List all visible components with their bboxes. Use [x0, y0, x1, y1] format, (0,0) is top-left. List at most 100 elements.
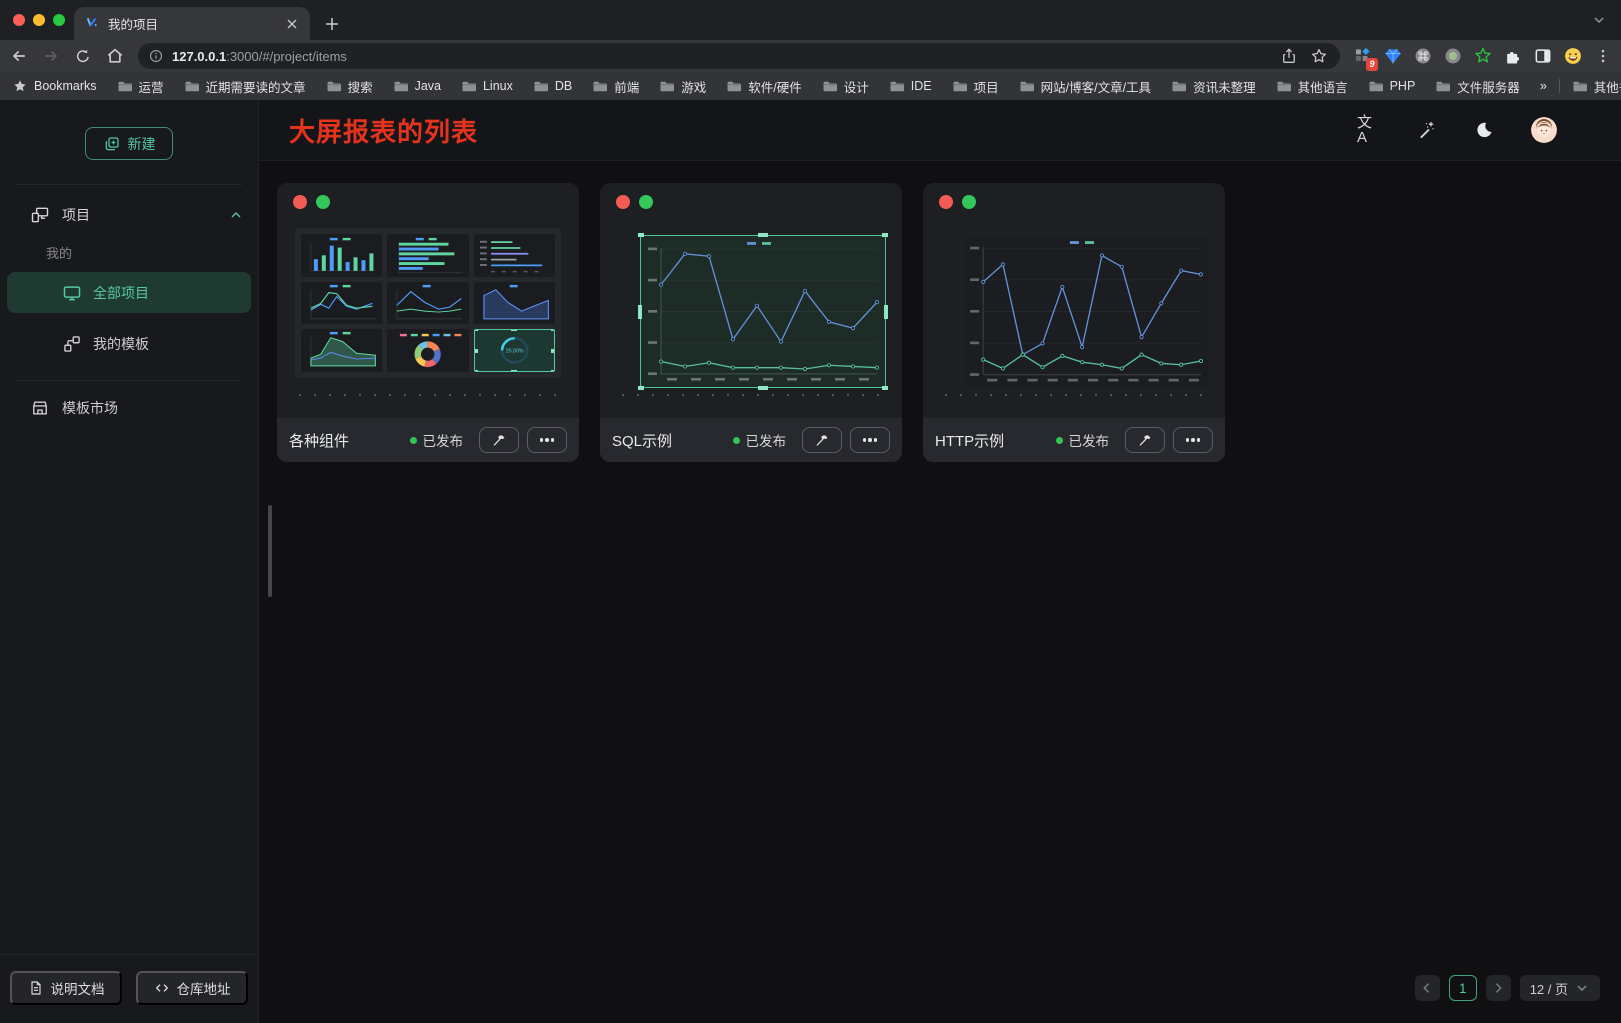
tab-close-icon[interactable] — [284, 16, 300, 32]
project-card[interactable]: HTTP示例 已发布 — [923, 183, 1225, 462]
project-card[interactable]: 25.00% 各种组件 已发布 — [277, 183, 579, 462]
bookmark-folder[interactable]: 运营 — [117, 77, 164, 96]
status-label: 已发布 — [1069, 430, 1110, 450]
bookmark-folder[interactable]: 软件/硬件 — [726, 77, 801, 96]
extension-record-icon[interactable] — [1442, 46, 1463, 67]
bookmark-folder-label: Java — [415, 79, 441, 93]
scrollbar-thumb[interactable] — [268, 505, 272, 597]
template-market-label: 模板市场 — [62, 398, 118, 418]
prev-page-button[interactable] — [1415, 975, 1440, 1001]
tab-search-chevron-icon[interactable] — [1591, 12, 1607, 33]
language-translate-icon[interactable]: 文A — [1357, 119, 1379, 141]
my-templates-label: 我的模板 — [93, 334, 149, 354]
bookmark-star-icon[interactable] — [1308, 45, 1330, 67]
share-icon[interactable] — [1278, 45, 1300, 67]
mini-bar-chart — [301, 234, 382, 277]
card-thumbnail-line-chart-selected[interactable] — [640, 235, 886, 388]
magic-wand-icon[interactable] — [1415, 119, 1437, 141]
project-name: HTTP示例 — [935, 430, 1048, 451]
new-project-button[interactable]: 新建 — [85, 127, 173, 160]
window-zoom-button[interactable] — [53, 14, 65, 26]
new-tab-button[interactable] — [320, 12, 344, 36]
chart-legend — [1070, 241, 1094, 244]
extension-grid-icon[interactable]: 9 — [1352, 46, 1373, 67]
bookmark-folder[interactable]: 前端 — [592, 77, 639, 96]
mini-line-list-chart — [474, 234, 555, 277]
home-button[interactable] — [104, 45, 126, 67]
page-size-value: 12 / 页 — [1530, 979, 1568, 998]
more-options-button[interactable] — [527, 427, 567, 453]
window-minimize-button[interactable] — [33, 14, 45, 26]
bookmark-folder[interactable]: 设计 — [822, 77, 869, 96]
bookmarks-label: Bookmarks — [34, 79, 97, 93]
extension-knot-icon[interactable] — [1412, 46, 1433, 67]
bookmark-folder[interactable]: 其他语言 — [1276, 77, 1348, 96]
bookmark-folder[interactable]: 网站/博客/文章/工具 — [1019, 77, 1151, 96]
avatar-image — [1531, 117, 1557, 143]
dark-mode-moon-icon[interactable] — [1473, 119, 1495, 141]
forward-button[interactable] — [40, 45, 62, 67]
bookmark-folder-label: 资讯未整理 — [1193, 77, 1256, 96]
repo-label: 仓库地址 — [177, 978, 231, 998]
monitor-icon — [62, 283, 82, 303]
card-thumbnail-dashboard[interactable]: 25.00% — [295, 228, 561, 378]
macos-traffic-lights — [13, 14, 65, 26]
bookmark-folder-label: 运营 — [139, 77, 164, 96]
bookmark-folder[interactable]: 近期需要读的文章 — [184, 77, 306, 96]
more-options-button[interactable] — [850, 427, 890, 453]
address-bar[interactable]: 127.0.0.1:3000/#/project/items — [138, 43, 1340, 69]
chevron-up-icon[interactable] — [228, 207, 244, 223]
sidebar-item-my-templates[interactable]: 我的模板 — [7, 323, 251, 364]
page-size-select[interactable]: 12 / 页 — [1520, 975, 1600, 1001]
user-avatar[interactable] — [1531, 117, 1557, 143]
bookmark-folder[interactable]: 文件服务器 — [1435, 77, 1520, 96]
other-bookmarks[interactable]: 其他书签 — [1572, 77, 1621, 96]
bookmark-folder[interactable]: 资讯未整理 — [1171, 77, 1256, 96]
bookmark-folder[interactable]: 搜索 — [326, 77, 373, 96]
status-dot — [410, 437, 417, 444]
other-bookmarks-label: 其他书签 — [1594, 77, 1621, 96]
bookmarks-manager[interactable]: Bookmarks — [12, 78, 97, 94]
bookmarks-overflow-chevron[interactable]: » — [1540, 79, 1547, 93]
reload-button[interactable] — [72, 45, 94, 67]
bookmark-folder-label: 项目 — [974, 77, 999, 96]
site-info-icon[interactable] — [148, 48, 164, 64]
bookmark-folder[interactable]: Linux — [461, 78, 513, 94]
window-close-button[interactable] — [13, 14, 25, 26]
next-page-button[interactable] — [1486, 975, 1511, 1001]
side-panel-icon[interactable] — [1532, 46, 1553, 67]
bookmark-folder-label: PHP — [1390, 79, 1416, 93]
repo-button[interactable]: 仓库地址 — [136, 971, 248, 1005]
edit-project-button[interactable] — [479, 427, 519, 453]
current-page-button[interactable]: 1 — [1449, 975, 1477, 1001]
extensions-puzzle-icon[interactable] — [1502, 46, 1523, 67]
bookmark-folder[interactable]: 游戏 — [659, 77, 706, 96]
browser-tab-active[interactable]: 我的项目 — [74, 7, 310, 40]
back-button[interactable] — [8, 45, 30, 67]
project-card[interactable]: SQL示例 已发布 — [600, 183, 902, 462]
bookmark-folder[interactable]: DB — [533, 78, 572, 94]
docs-button[interactable]: 说明文档 — [10, 971, 122, 1005]
bookmark-folder-label: 网站/博客/文章/工具 — [1041, 77, 1151, 96]
chart-legend — [747, 242, 771, 245]
bookmark-folder[interactable]: 项目 — [952, 77, 999, 96]
edit-project-button[interactable] — [1125, 427, 1165, 453]
code-icon — [154, 980, 170, 996]
bookmarks-divider — [1559, 79, 1560, 93]
bookmark-folder[interactable]: PHP — [1368, 78, 1416, 94]
card-window-dots — [616, 195, 653, 209]
mini-hbar-chart — [387, 234, 468, 277]
card-thumbnail-line-chart[interactable] — [963, 235, 1209, 388]
edit-project-button[interactable] — [802, 427, 842, 453]
bookmark-folder[interactable]: IDE — [889, 78, 932, 94]
more-options-button[interactable] — [1173, 427, 1213, 453]
profile-avatar-icon[interactable] — [1562, 46, 1583, 67]
sidebar-item-template-market[interactable]: 模板市场 — [0, 387, 258, 428]
sidebar-item-all-projects[interactable]: 全部项目 — [7, 272, 251, 313]
extension-green-star-icon[interactable] — [1472, 46, 1493, 67]
mini-gauge-chart-selected: 25.00% — [474, 329, 555, 372]
bookmark-folder[interactable]: Java — [393, 78, 441, 94]
sidebar-group-project[interactable]: 项目 — [0, 185, 258, 225]
extension-gem-icon[interactable] — [1382, 46, 1403, 67]
browser-menu-icon[interactable] — [1592, 46, 1613, 67]
